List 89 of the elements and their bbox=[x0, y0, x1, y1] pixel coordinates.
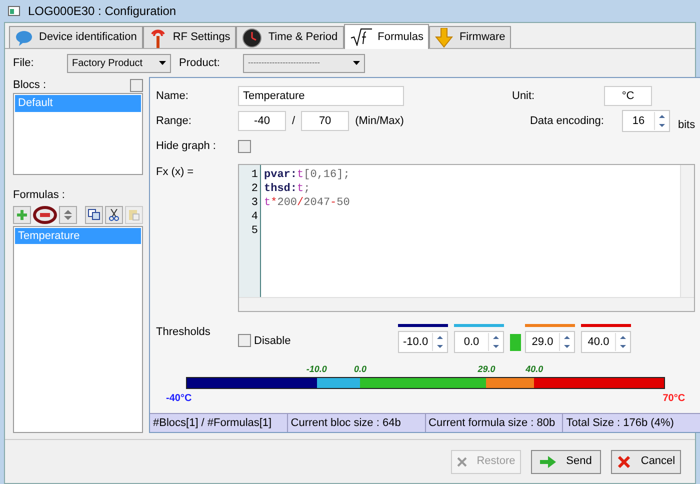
close-icon bbox=[456, 456, 467, 466]
tab[interactable]: Device identification bbox=[9, 26, 143, 48]
line-number: 5 bbox=[251, 224, 258, 238]
product-dropdown[interactable]: --------------------------- bbox=[243, 54, 365, 72]
code-token: 50 bbox=[336, 196, 350, 210]
horizontal-scrollbar[interactable] bbox=[239, 297, 694, 311]
caret-icon bbox=[159, 61, 166, 65]
code-token: [0,16]; bbox=[304, 168, 350, 182]
hide-graph-label: Hide graph : bbox=[156, 138, 217, 154]
range-separator: / bbox=[292, 114, 296, 129]
tab[interactable]: Time & Period bbox=[236, 26, 344, 48]
encoding-spinbox[interactable]: 16 bbox=[622, 110, 670, 132]
tab[interactable]: RF Settings bbox=[142, 26, 236, 48]
minus-icon bbox=[40, 212, 50, 216]
plus-icon bbox=[17, 210, 27, 220]
remove-button[interactable] bbox=[33, 206, 57, 224]
tab[interactable]: Firmware bbox=[429, 26, 512, 48]
code-token: / bbox=[297, 196, 304, 210]
dialog-button[interactable]: Send bbox=[531, 450, 601, 474]
range-hint: (Min/Max) bbox=[355, 114, 404, 129]
name-label: Name: bbox=[156, 88, 190, 104]
min-field[interactable]: -40 bbox=[238, 111, 286, 131]
threshold-marker-label: 40.0 bbox=[526, 363, 544, 376]
code-token: thsd: bbox=[264, 182, 298, 196]
status-bar-cell: #Blocs[1] / #Formulas[1] bbox=[150, 414, 288, 432]
disable-label: Disable bbox=[254, 334, 291, 348]
threshold-spinbox[interactable]: 29.0 bbox=[525, 331, 575, 353]
code-token: pvar: bbox=[264, 168, 298, 182]
copy-button[interactable] bbox=[85, 206, 103, 224]
caret-icon bbox=[353, 61, 360, 65]
code-token: t bbox=[297, 182, 304, 196]
code-token: * bbox=[270, 196, 278, 210]
disable-checkbox[interactable] bbox=[238, 334, 251, 348]
status-bar-cell: Current formula size : 80b bbox=[426, 414, 564, 432]
threshold-marker-label: 0.0 bbox=[354, 363, 366, 376]
dialog-button[interactable]: Cancel bbox=[611, 450, 681, 474]
threshold-spinbox[interactable]: -10.0 bbox=[398, 331, 448, 353]
max-field[interactable]: 70 bbox=[301, 111, 350, 131]
vertical-scrollbar[interactable] bbox=[680, 165, 694, 297]
cancel-icon bbox=[616, 454, 631, 468]
hide-graph-checkbox[interactable] bbox=[238, 140, 251, 152]
scissors-icon bbox=[109, 208, 119, 220]
window-title: LOG000E30 : Configuration bbox=[28, 3, 176, 20]
threshold-marker-label: -10.0 bbox=[306, 363, 327, 376]
code-token: t bbox=[264, 196, 271, 210]
threshold-spinbox[interactable]: 40.0 bbox=[581, 331, 631, 353]
product-label: Product: bbox=[179, 56, 221, 71]
line-number: 3 bbox=[251, 196, 258, 210]
move-button[interactable] bbox=[59, 206, 77, 224]
blocs-checkbox[interactable] bbox=[130, 78, 143, 92]
unit-field[interactable]: °C bbox=[604, 86, 652, 106]
code-token: 200 bbox=[277, 196, 298, 210]
file-label: File: bbox=[13, 56, 35, 71]
line-number: 2 bbox=[251, 182, 258, 196]
min-temperature-label: -40°C bbox=[166, 392, 192, 406]
formulas-label: Formulas : bbox=[13, 188, 66, 203]
max-temperature-label: 70°C bbox=[662, 392, 686, 406]
status-bar-cell: Current bloc size : 64b bbox=[288, 414, 426, 432]
encoding-label: Data encoding: bbox=[530, 114, 605, 129]
name-field[interactable]: Temperature bbox=[238, 86, 404, 106]
clipboard-icon bbox=[128, 208, 140, 220]
unit-label: Unit: bbox=[512, 88, 536, 104]
threshold-spinbox[interactable]: 0.0 bbox=[454, 331, 504, 353]
window-icon bbox=[8, 6, 20, 16]
line-number: 4 bbox=[251, 210, 258, 224]
down-arrow-icon bbox=[435, 28, 454, 48]
line-number: 1 bbox=[251, 168, 258, 182]
blocs-label: Blocs : bbox=[13, 78, 46, 93]
code-token: t bbox=[297, 168, 304, 182]
cut-button[interactable] bbox=[105, 206, 123, 224]
bubble-icon bbox=[15, 30, 33, 46]
thresholds-label: Thresholds bbox=[156, 325, 212, 340]
copy-icon bbox=[88, 209, 100, 220]
bits-label: bits bbox=[678, 118, 696, 133]
up-down-icon bbox=[64, 210, 72, 220]
square-root-icon bbox=[350, 28, 372, 46]
right-arrow-icon bbox=[540, 456, 556, 468]
code-token: - bbox=[330, 196, 337, 210]
code-token: ; bbox=[304, 182, 310, 196]
threshold-marker-label: 29.0 bbox=[478, 363, 496, 376]
code-editor[interactable]: 1 2 3 4 5 pvar:t[0,16]; thsd:t; t*200/2047-50 bbox=[238, 164, 696, 312]
status-bar-cell: Total Size : 176b (4%) bbox=[563, 414, 700, 432]
file-dropdown[interactable]: Factory Product bbox=[67, 54, 171, 72]
code-token: 2047 bbox=[304, 196, 330, 210]
range-label: Range: bbox=[156, 114, 192, 129]
tab[interactable]: Formulas bbox=[344, 24, 430, 49]
fx-label: Fx (x) = bbox=[156, 165, 195, 180]
antenna-icon bbox=[148, 28, 167, 48]
clock-icon bbox=[242, 28, 262, 48]
